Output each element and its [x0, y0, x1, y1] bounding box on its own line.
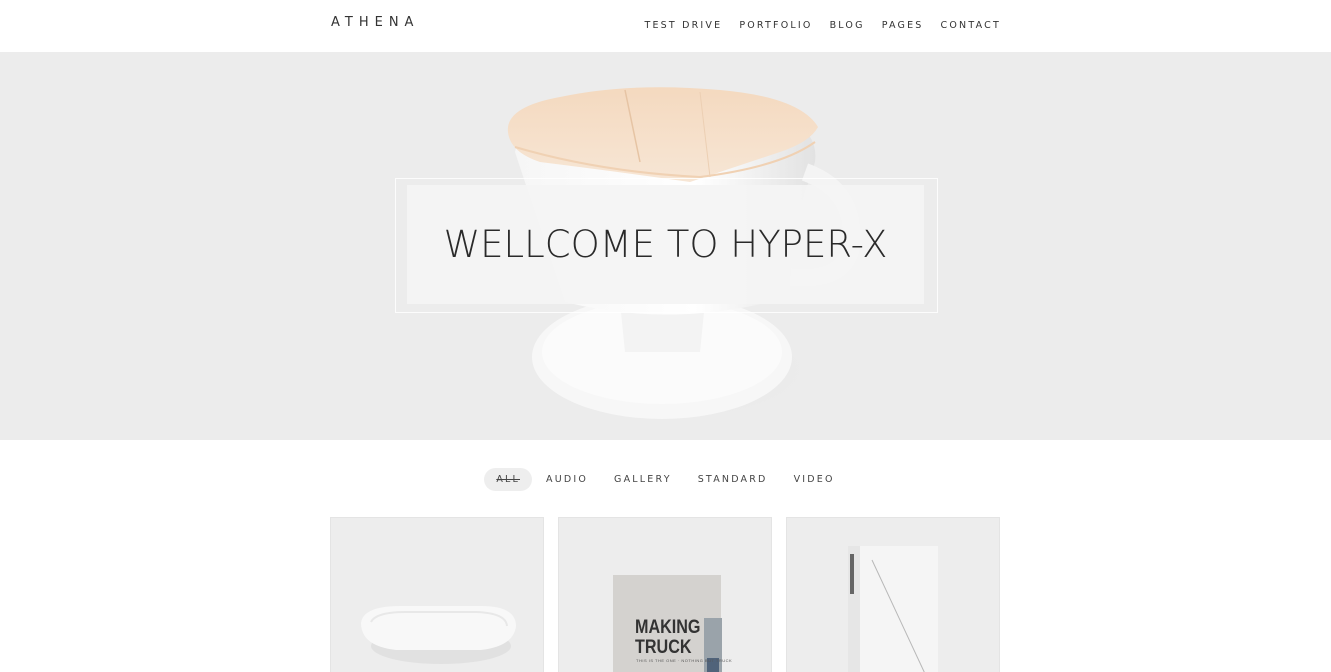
site-logo[interactable]: ATHENA [331, 15, 419, 30]
portfolio-item-book[interactable]: MAKING TRUCK THIS IS THE ONE · NOTHING B… [558, 517, 772, 672]
filter-audio[interactable]: AUDIO [534, 468, 600, 491]
dish-image [361, 606, 516, 664]
nav-contact[interactable]: CONTACT [941, 20, 1001, 31]
portfolio-item-dish[interactable] [330, 517, 544, 672]
site-header: ATHENA TEST DRIVE PORTFOLIO BLOG PAGES C… [0, 0, 1331, 52]
main-nav: TEST DRIVE PORTFOLIO BLOG PAGES CONTACT [644, 20, 1001, 31]
nav-blog[interactable]: BLOG [830, 20, 865, 31]
hero-title-box: WELLCOME TO HYPER-X [407, 185, 924, 304]
filter-all[interactable]: ALL [484, 468, 532, 491]
hero-title: WELLCOME TO HYPER-X [443, 223, 888, 266]
hero-banner: WELLCOME TO HYPER-X [0, 52, 1331, 440]
filter-gallery[interactable]: GALLERY [602, 468, 684, 491]
portfolio-item-box[interactable] [786, 517, 1000, 672]
nav-test-drive[interactable]: TEST DRIVE [644, 20, 722, 31]
filter-video[interactable]: VIDEO [782, 468, 847, 491]
nav-portfolio[interactable]: PORTFOLIO [739, 20, 812, 31]
nav-pages[interactable]: PAGES [882, 20, 924, 31]
box-image [848, 546, 938, 672]
book-cover-title: MAKING TRUCK [635, 617, 701, 658]
book-cover-subtitle: THIS IS THE ONE · NOTHING BUT TRUCK [636, 658, 733, 663]
filter-standard[interactable]: STANDARD [686, 468, 780, 491]
portfolio-grid: MAKING TRUCK THIS IS THE ONE · NOTHING B… [330, 517, 1000, 672]
portfolio-filters: ALL AUDIO GALLERY STANDARD VIDEO [0, 468, 1331, 491]
